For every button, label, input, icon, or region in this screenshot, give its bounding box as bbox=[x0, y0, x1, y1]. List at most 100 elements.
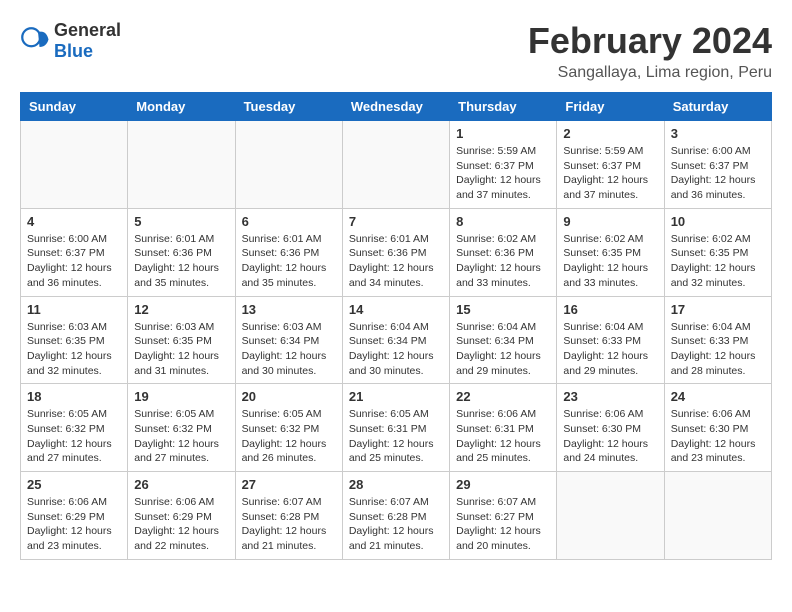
calendar-cell: 2Sunrise: 5:59 AM Sunset: 6:37 PM Daylig… bbox=[557, 121, 664, 209]
day-number: 6 bbox=[242, 214, 336, 229]
day-info: Sunrise: 6:05 AM Sunset: 6:32 PM Dayligh… bbox=[134, 407, 228, 466]
calendar-cell: 21 Sunrise: 6:05 AM Sunset: 6:31 PM Dayli… bbox=[342, 384, 449, 472]
day-info: Sunrise: 6:03 AM Sunset: 6:35 PM Dayligh… bbox=[134, 320, 228, 379]
day-of-week-header: Tuesday bbox=[235, 93, 342, 121]
calendar-cell: 8 Sunrise: 6:02 AM Sunset: 6:36 PM Daylig… bbox=[450, 208, 557, 296]
day-number: 7 bbox=[349, 214, 443, 229]
day-of-week-header: Thursday bbox=[450, 93, 557, 121]
logo-icon bbox=[20, 26, 50, 56]
day-number: 11 bbox=[27, 302, 121, 317]
day-info: Sunrise: 6:06 AM Sunset: 6:30 PM Dayligh… bbox=[671, 407, 765, 466]
day-number: 23 bbox=[563, 389, 657, 404]
day-info: Sunrise: 6:06 AM Sunset: 6:29 PM Dayligh… bbox=[27, 495, 121, 554]
calendar-cell: 23 Sunrise: 6:06 AM Sunset: 6:30 PM Dayli… bbox=[557, 384, 664, 472]
calendar-cell: 28 Sunrise: 6:07 AM Sunset: 6:28 PM Dayli… bbox=[342, 472, 449, 560]
day-number: 10 bbox=[671, 214, 765, 229]
calendar-table: SundayMondayTuesdayWednesdayThursdayFrid… bbox=[20, 92, 772, 560]
calendar-cell: 18Sunrise: 6:05 AM Sunset: 6:32 PM Dayli… bbox=[21, 384, 128, 472]
day-number: 18 bbox=[27, 389, 121, 404]
calendar-cell: 3 Sunrise: 6:00 AM Sunset: 6:37 PM Daylig… bbox=[664, 121, 771, 209]
calendar-week-row: 4 Sunrise: 6:00 AM Sunset: 6:37 PM Daylig… bbox=[21, 208, 772, 296]
calendar-cell: 7 Sunrise: 6:01 AM Sunset: 6:36 PM Daylig… bbox=[342, 208, 449, 296]
calendar-cell: 10Sunrise: 6:02 AM Sunset: 6:35 PM Dayli… bbox=[664, 208, 771, 296]
calendar-cell: 22 Sunrise: 6:06 AM Sunset: 6:31 PM Dayli… bbox=[450, 384, 557, 472]
day-number: 2 bbox=[563, 126, 657, 141]
day-info: Sunrise: 5:59 AM Sunset: 6:37 PM Dayligh… bbox=[456, 144, 550, 203]
day-info: Sunrise: 6:06 AM Sunset: 6:30 PM Dayligh… bbox=[563, 407, 657, 466]
calendar-cell: 11 Sunrise: 6:03 AM Sunset: 6:35 PM Dayli… bbox=[21, 296, 128, 384]
day-number: 13 bbox=[242, 302, 336, 317]
calendar-cell: 4 Sunrise: 6:00 AM Sunset: 6:37 PM Daylig… bbox=[21, 208, 128, 296]
day-info: Sunrise: 6:05 AM Sunset: 6:31 PM Dayligh… bbox=[349, 407, 443, 466]
day-number: 29 bbox=[456, 477, 550, 492]
calendar-cell: 27Sunrise: 6:07 AM Sunset: 6:28 PM Dayli… bbox=[235, 472, 342, 560]
calendar-cell: 25 Sunrise: 6:06 AM Sunset: 6:29 PM Dayli… bbox=[21, 472, 128, 560]
calendar-cell: 14 Sunrise: 6:04 AM Sunset: 6:34 PM Dayli… bbox=[342, 296, 449, 384]
day-of-week-header: Friday bbox=[557, 93, 664, 121]
calendar-cell bbox=[664, 472, 771, 560]
calendar-week-row: 25 Sunrise: 6:06 AM Sunset: 6:29 PM Dayli… bbox=[21, 472, 772, 560]
calendar-cell: 9Sunrise: 6:02 AM Sunset: 6:35 PM Daylig… bbox=[557, 208, 664, 296]
day-number: 19 bbox=[134, 389, 228, 404]
calendar-cell: 15Sunrise: 6:04 AM Sunset: 6:34 PM Dayli… bbox=[450, 296, 557, 384]
day-number: 8 bbox=[456, 214, 550, 229]
day-number: 26 bbox=[134, 477, 228, 492]
day-number: 28 bbox=[349, 477, 443, 492]
day-number: 17 bbox=[671, 302, 765, 317]
day-of-week-header: Monday bbox=[128, 93, 235, 121]
day-info: Sunrise: 6:00 AM Sunset: 6:37 PM Dayligh… bbox=[27, 232, 121, 291]
day-of-week-header: Saturday bbox=[664, 93, 771, 121]
day-info: Sunrise: 6:01 AM Sunset: 6:36 PM Dayligh… bbox=[349, 232, 443, 291]
day-info: Sunrise: 6:07 AM Sunset: 6:27 PM Dayligh… bbox=[456, 495, 550, 554]
day-info: Sunrise: 6:06 AM Sunset: 6:29 PM Dayligh… bbox=[134, 495, 228, 554]
day-number: 16 bbox=[563, 302, 657, 317]
calendar-cell: 20Sunrise: 6:05 AM Sunset: 6:32 PM Dayli… bbox=[235, 384, 342, 472]
day-number: 21 bbox=[349, 389, 443, 404]
calendar-cell: 1Sunrise: 5:59 AM Sunset: 6:37 PM Daylig… bbox=[450, 121, 557, 209]
calendar-cell: 26 Sunrise: 6:06 AM Sunset: 6:29 PM Dayli… bbox=[128, 472, 235, 560]
calendar-cell: 29 Sunrise: 6:07 AM Sunset: 6:27 PM Dayli… bbox=[450, 472, 557, 560]
day-number: 3 bbox=[671, 126, 765, 141]
day-info: Sunrise: 6:01 AM Sunset: 6:36 PM Dayligh… bbox=[134, 232, 228, 291]
day-number: 25 bbox=[27, 477, 121, 492]
calendar-week-row: 18 Sunrise: 6:05 AM Sunset: 6:32 PM Dayli… bbox=[21, 384, 772, 472]
calendar-week-row: 1Sunrise: 5:59 AM Sunset: 6:37 PM Daylig… bbox=[21, 121, 772, 209]
logo-general-text: General bbox=[54, 20, 121, 40]
day-info: Sunrise: 6:03 AM Sunset: 6:35 PM Dayligh… bbox=[27, 320, 121, 379]
calendar-cell bbox=[128, 121, 235, 209]
page-header: General Blue February 2024 Sangallaya, L… bbox=[20, 20, 772, 82]
logo: General Blue bbox=[20, 20, 121, 62]
day-number: 14 bbox=[349, 302, 443, 317]
day-info: Sunrise: 6:00 AM Sunset: 6:37 PM Dayligh… bbox=[671, 144, 765, 203]
calendar-cell: 5 Sunrise: 6:01 AM Sunset: 6:36 PM Daylig… bbox=[128, 208, 235, 296]
calendar-cell: 16 Sunrise: 6:04 AM Sunset: 6:33 PM Dayli… bbox=[557, 296, 664, 384]
calendar-subtitle: Sangallaya, Lima region, Peru bbox=[528, 64, 772, 82]
calendar-cell bbox=[342, 121, 449, 209]
day-number: 5 bbox=[134, 214, 228, 229]
day-of-week-header: Wednesday bbox=[342, 93, 449, 121]
calendar-cell bbox=[557, 472, 664, 560]
day-info: Sunrise: 6:02 AM Sunset: 6:36 PM Dayligh… bbox=[456, 232, 550, 291]
day-info: Sunrise: 6:07 AM Sunset: 6:28 PM Dayligh… bbox=[349, 495, 443, 554]
calendar-cell: 13 Sunrise: 6:03 AM Sunset: 6:34 PM Dayli… bbox=[235, 296, 342, 384]
day-info: Sunrise: 6:05 AM Sunset: 6:32 PM Dayligh… bbox=[242, 407, 336, 466]
day-info: Sunrise: 6:01 AM Sunset: 6:36 PM Dayligh… bbox=[242, 232, 336, 291]
day-number: 24 bbox=[671, 389, 765, 404]
day-number: 12 bbox=[134, 302, 228, 317]
day-info: Sunrise: 6:07 AM Sunset: 6:28 PM Dayligh… bbox=[242, 495, 336, 554]
day-info: Sunrise: 6:04 AM Sunset: 6:33 PM Dayligh… bbox=[563, 320, 657, 379]
calendar-cell bbox=[235, 121, 342, 209]
day-info: Sunrise: 6:06 AM Sunset: 6:31 PM Dayligh… bbox=[456, 407, 550, 466]
day-of-week-header: Sunday bbox=[21, 93, 128, 121]
day-number: 22 bbox=[456, 389, 550, 404]
calendar-cell bbox=[21, 121, 128, 209]
day-number: 9 bbox=[563, 214, 657, 229]
calendar-header-row: SundayMondayTuesdayWednesdayThursdayFrid… bbox=[21, 93, 772, 121]
day-info: Sunrise: 6:04 AM Sunset: 6:34 PM Dayligh… bbox=[349, 320, 443, 379]
day-number: 4 bbox=[27, 214, 121, 229]
calendar-week-row: 11 Sunrise: 6:03 AM Sunset: 6:35 PM Dayli… bbox=[21, 296, 772, 384]
calendar-title: February 2024 bbox=[528, 20, 772, 62]
calendar-cell: 24 Sunrise: 6:06 AM Sunset: 6:30 PM Dayli… bbox=[664, 384, 771, 472]
day-info: Sunrise: 6:03 AM Sunset: 6:34 PM Dayligh… bbox=[242, 320, 336, 379]
day-info: Sunrise: 6:04 AM Sunset: 6:34 PM Dayligh… bbox=[456, 320, 550, 379]
